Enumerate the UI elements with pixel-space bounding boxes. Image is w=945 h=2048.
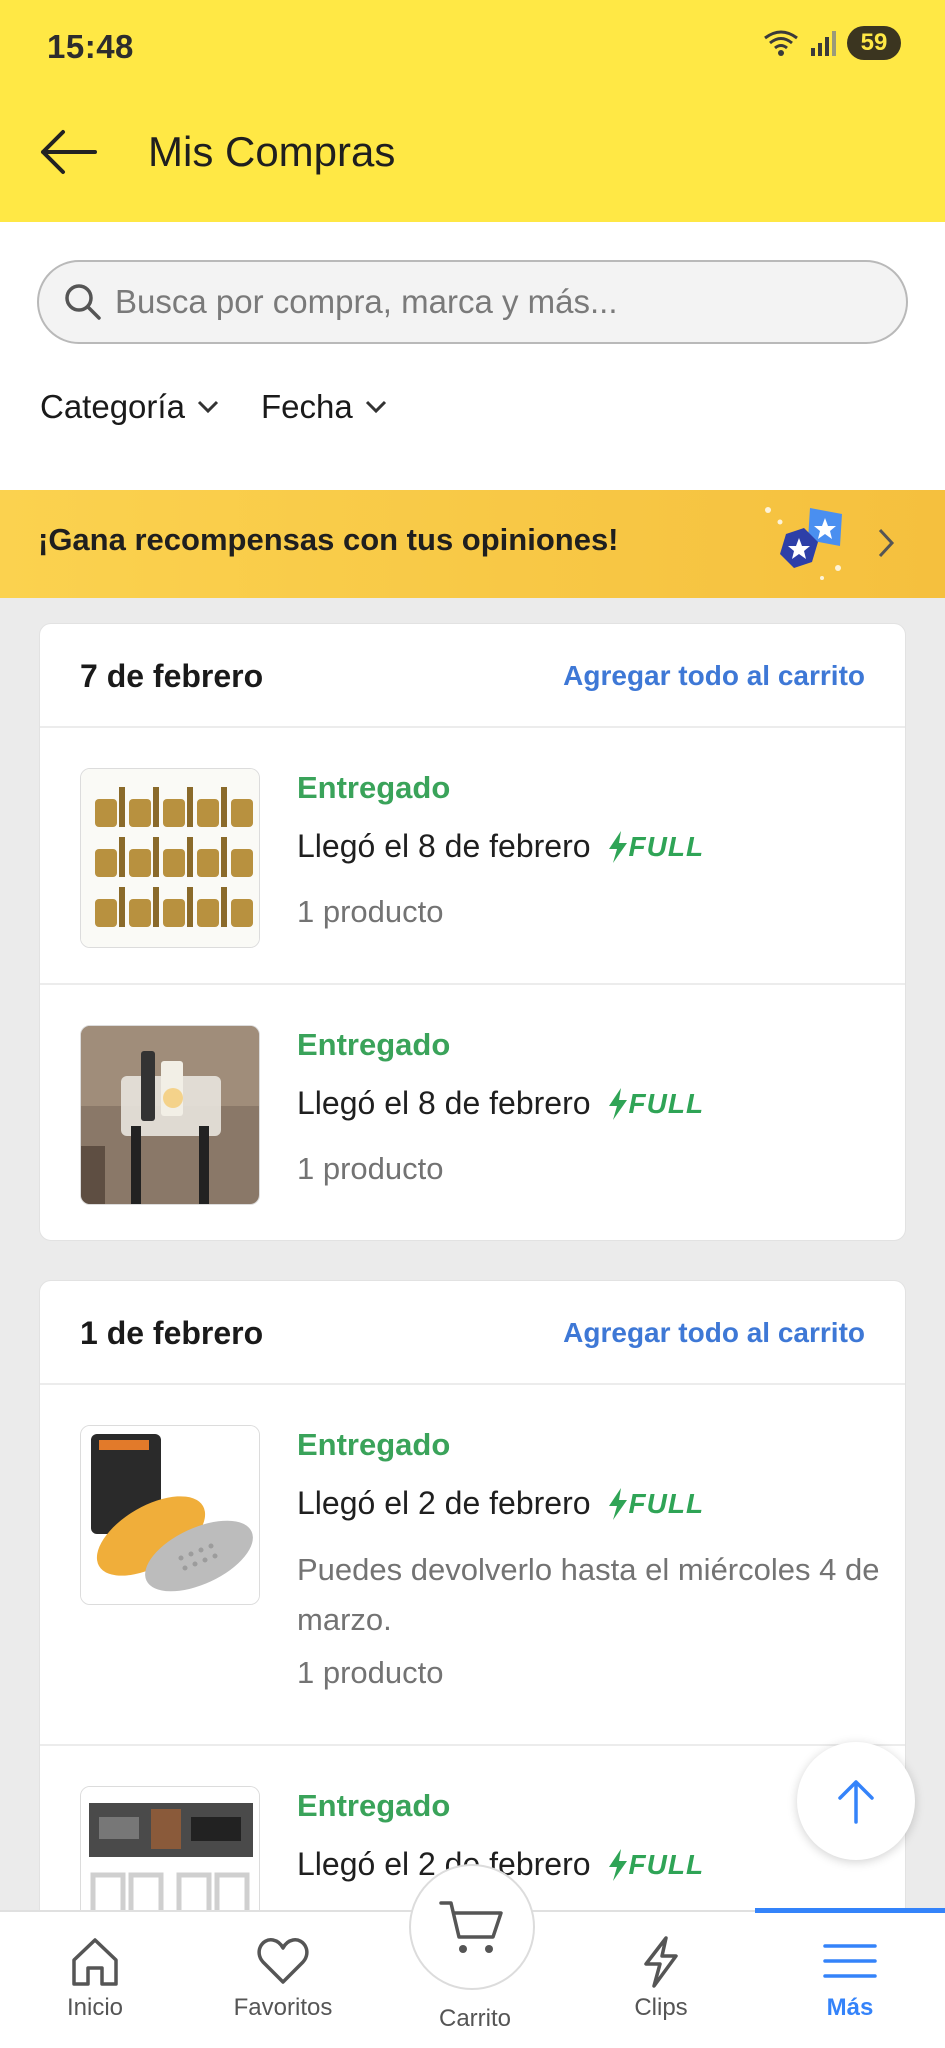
order-group-header: 7 de febrero Agregar todo al carrito: [40, 624, 905, 728]
arrow-left-icon: [41, 130, 97, 174]
nav-item-favoritos[interactable]: Favoritos: [203, 1912, 363, 2048]
date-filter-dropdown[interactable]: Fecha: [261, 388, 387, 426]
lightning-icon: [608, 1848, 627, 1881]
chevron-down-icon: [197, 400, 218, 414]
battery-indicator: 59: [847, 26, 901, 60]
lightning-icon: [608, 1087, 627, 1120]
chevron-right-icon: [878, 528, 895, 558]
arrival-info: Llegó el 8 de febrero FULL: [297, 828, 704, 865]
home-icon: [72, 1938, 118, 1986]
category-filter-label: Categoría: [40, 388, 185, 425]
delivery-status: Entregado: [297, 1427, 451, 1462]
arrival-text: Llegó el 8 de febrero: [297, 1085, 591, 1121]
filters-area: Categoría Fecha: [0, 222, 945, 490]
full-badge: FULL: [607, 1848, 705, 1881]
menu-icon: [823, 1944, 877, 1978]
delivery-status: Entregado: [297, 770, 451, 805]
full-badge: FULL: [607, 830, 705, 863]
product-thumbnail-brass-fittings: [80, 768, 260, 948]
search-input[interactable]: [115, 262, 875, 342]
full-badge-text: FULL: [628, 830, 705, 862]
promo-text: ¡Gana recompensas con tus opiniones!: [38, 522, 619, 557]
product-count: 1 producto: [297, 894, 444, 929]
lightning-icon: [608, 1487, 627, 1520]
full-badge-text: FULL: [628, 1487, 705, 1519]
product-thumbnail-insoles: [80, 1425, 260, 1605]
order-row[interactable]: Entregado Llegó el 8 de febrero FULL 1 p…: [40, 728, 905, 985]
arrival-text: Llegó el 2 de febrero: [297, 1485, 591, 1521]
order-group-card: 7 de febrero Agregar todo al carrito Ent…: [39, 623, 906, 1241]
product-count: 1 producto: [297, 1655, 444, 1690]
date-filter-label: Fecha: [261, 388, 353, 425]
add-all-to-cart-link[interactable]: Agregar todo al carrito: [563, 660, 865, 692]
nav-item-clips[interactable]: Clips: [581, 1912, 741, 2048]
search-box[interactable]: [37, 260, 908, 344]
heart-icon: [257, 1938, 309, 1984]
full-badge-text: FULL: [628, 1087, 705, 1119]
nav-label-mas: Más: [826, 1994, 874, 2021]
nav-label-clips: Clips: [634, 1994, 688, 2021]
delivery-status: Entregado: [297, 1027, 451, 1062]
order-group-header: 1 de febrero Agregar todo al carrito: [40, 1281, 905, 1385]
app-header: 15:48 59 Mis Compras: [0, 0, 945, 222]
order-row[interactable]: Entregado Llegó el 8 de febrero FULL 1 p…: [40, 985, 905, 1240]
back-button[interactable]: [36, 124, 100, 180]
page-title: Mis Compras: [148, 128, 396, 175]
scroll-to-top-button[interactable]: [797, 1742, 915, 1860]
category-filter-dropdown[interactable]: Categoría: [40, 388, 219, 426]
wifi-icon: [764, 30, 798, 56]
signal-icon: [811, 31, 836, 56]
nav-item-inicio[interactable]: Inicio: [15, 1912, 175, 2048]
order-group-date: 7 de febrero: [80, 658, 264, 694]
add-all-to-cart-link[interactable]: Agregar todo al carrito: [563, 1317, 865, 1349]
status-time: 15:48: [47, 28, 134, 65]
return-deadline-note: Puedes devolverlo hasta el miércoles 4 d…: [297, 1552, 880, 1637]
arrival-text: Llegó el 8 de febrero: [297, 828, 591, 864]
full-badge: FULL: [607, 1087, 705, 1120]
arrival-info: Llegó el 8 de febrero FULL: [297, 1085, 704, 1122]
rewards-stars-icon: [765, 507, 842, 580]
order-row[interactable]: Entregado Llegó el 2 de febrero FULL Pue…: [40, 1385, 905, 1746]
status-icons: 59: [761, 26, 901, 60]
nav-label-carrito: Carrito: [438, 2005, 511, 2032]
lightning-icon: [608, 830, 627, 863]
full-badge: FULL: [607, 1487, 705, 1520]
search-icon: [65, 284, 101, 320]
full-badge-text: FULL: [628, 1848, 705, 1880]
order-group-date: 1 de febrero: [80, 1315, 264, 1351]
delivery-status: Entregado: [297, 1788, 451, 1823]
arrow-up-icon: [838, 1780, 874, 1824]
nav-label-favoritos: Favoritos: [233, 1994, 333, 2021]
arrival-info: Llegó el 2 de febrero FULL: [297, 1485, 704, 1522]
chevron-down-icon: [365, 400, 386, 414]
nav-item-mas[interactable]: Más: [770, 1912, 930, 2048]
product-thumbnail-toothbrush-holder: [80, 1025, 260, 1205]
rewards-promo-banner[interactable]: ¡Gana recompensas con tus opiniones!: [0, 490, 945, 598]
nav-item-carrito[interactable]: [409, 1864, 535, 1990]
nav-label-inicio: Inicio: [66, 1994, 124, 2021]
product-count: 1 producto: [297, 1151, 444, 1186]
lightning-icon: [644, 1936, 678, 1988]
cart-icon: [439, 1901, 503, 1953]
